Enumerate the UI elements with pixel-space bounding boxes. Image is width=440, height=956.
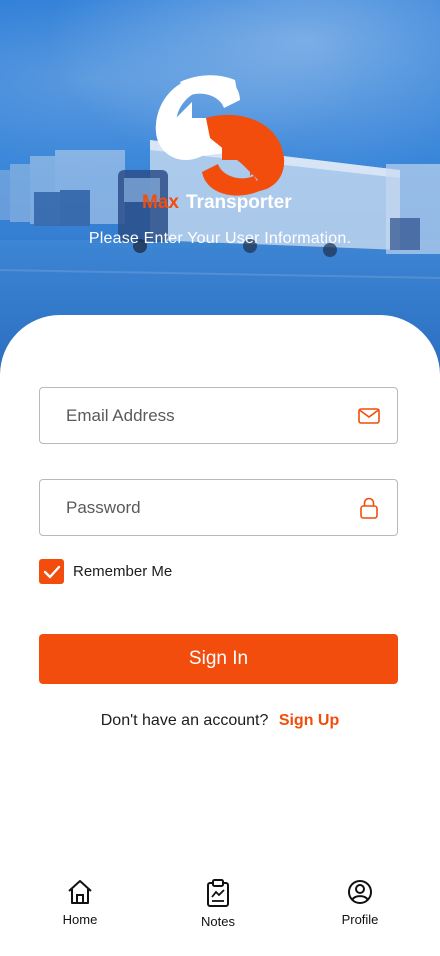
- signup-prompt: Don't have an account?: [100, 712, 269, 729]
- sign-in-button[interactable]: Sign In: [39, 634, 398, 684]
- signup-row: Don't have an account? Sign Up: [0, 712, 440, 730]
- sign-up-link[interactable]: Sign Up: [279, 712, 339, 729]
- checkmark-icon: [43, 565, 60, 578]
- nav-label-home: Home: [62, 912, 98, 927]
- hero-tagline: Please Enter Your User Information.: [88, 230, 352, 247]
- clipboard-icon: [207, 879, 229, 907]
- email-input[interactable]: [66, 405, 357, 426]
- home-icon: [68, 880, 92, 904]
- remember-me-checkbox[interactable]: [39, 559, 64, 584]
- user-circle-icon: [348, 880, 372, 904]
- password-input[interactable]: [66, 497, 357, 518]
- nav-item-home[interactable]: Home: [40, 878, 120, 927]
- password-field[interactable]: [39, 479, 398, 536]
- lock-icon: [357, 496, 381, 520]
- nav-item-profile[interactable]: Profile: [320, 878, 400, 927]
- email-field[interactable]: [39, 387, 398, 444]
- remember-me-label: Remember Me: [73, 563, 173, 580]
- logo-word-transporter: Transporter: [186, 192, 292, 213]
- nav-item-notes[interactable]: Notes: [178, 878, 258, 929]
- bottom-nav: Home Notes Profile: [0, 868, 440, 956]
- logo-word-max: Max: [142, 192, 179, 213]
- mail-icon: [357, 404, 381, 428]
- remember-me-row[interactable]: Remember Me: [39, 559, 172, 584]
- nav-label-profile: Profile: [341, 912, 379, 927]
- brand-logo: Max Transporter: [142, 75, 292, 213]
- nav-label-notes: Notes: [201, 914, 235, 929]
